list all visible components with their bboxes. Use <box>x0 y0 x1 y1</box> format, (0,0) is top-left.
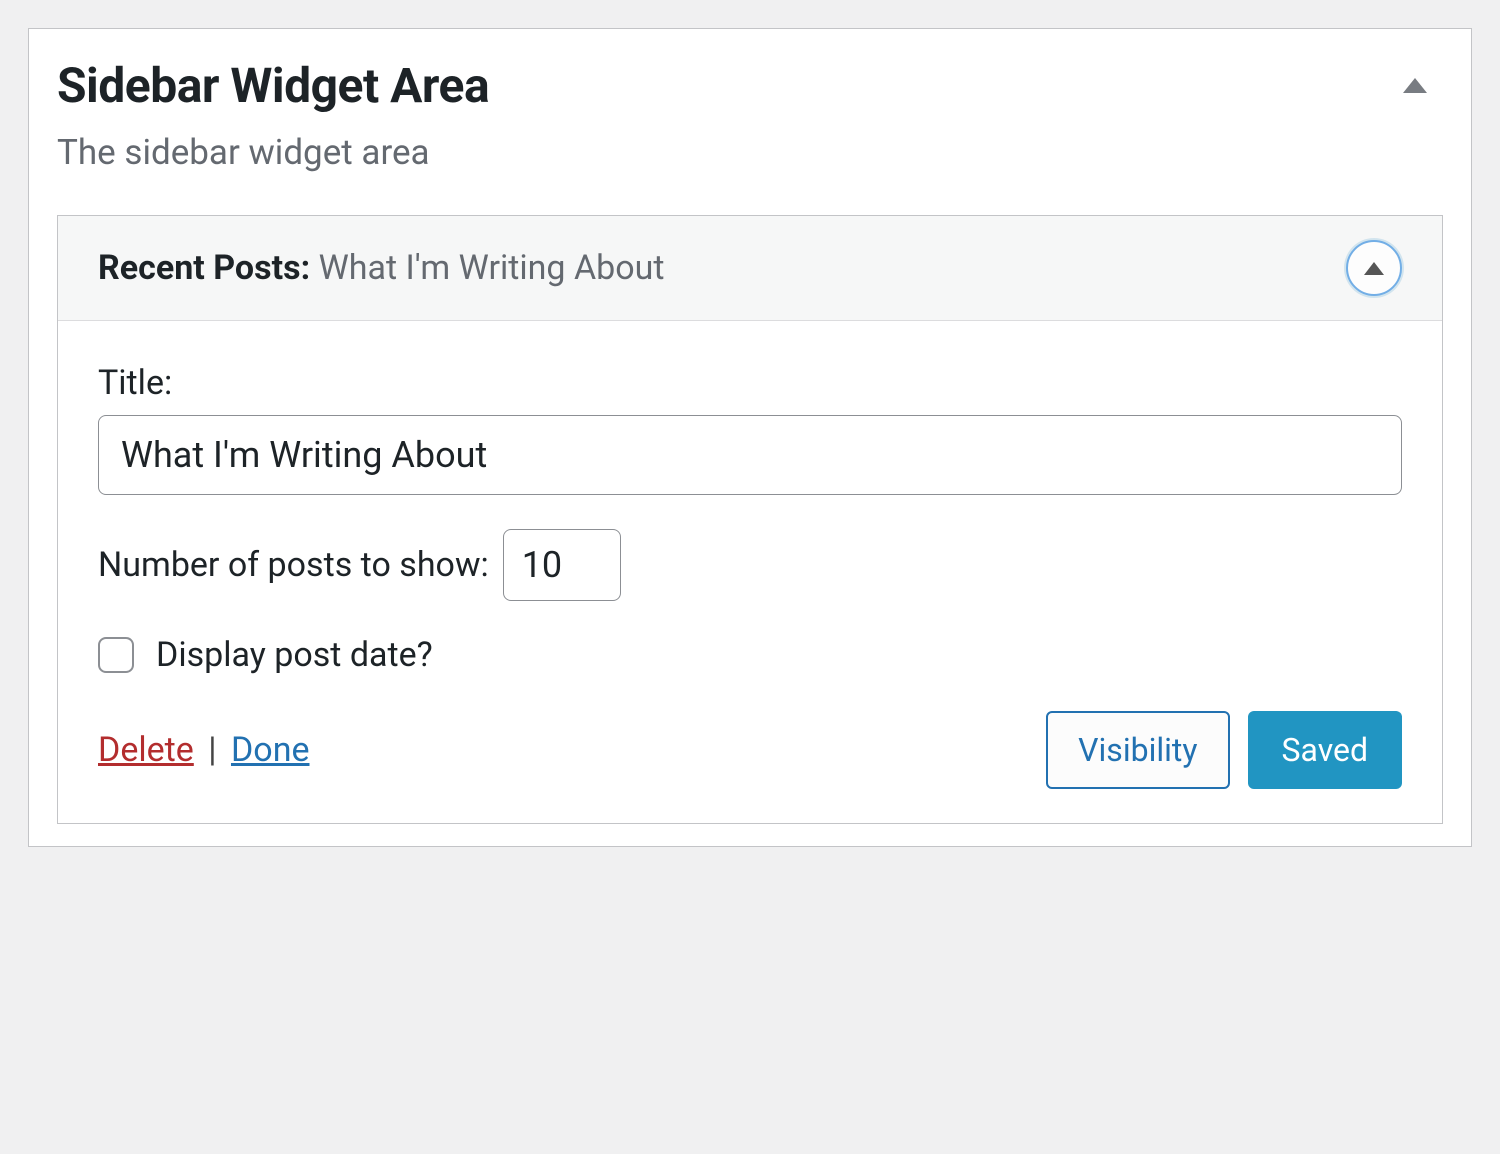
done-link[interactable]: Done <box>231 730 310 770</box>
widget-name: What I'm Writing About <box>319 248 665 288</box>
count-row: Number of posts to show: <box>98 529 1402 601</box>
sidebar-widget-panel: Sidebar Widget Area The sidebar widget a… <box>28 28 1472 847</box>
footer-buttons: Visibility Saved <box>1046 711 1402 789</box>
title-input[interactable] <box>98 415 1402 495</box>
link-separator: | <box>208 730 216 770</box>
widget-header[interactable]: Recent Posts: What I'm Writing About <box>58 216 1442 321</box>
date-row: Display post date? <box>98 635 1402 675</box>
saved-button[interactable]: Saved <box>1248 711 1402 789</box>
widget-type-label: Recent Posts <box>98 248 301 288</box>
delete-link[interactable]: Delete <box>98 730 194 770</box>
panel-collapse-toggle[interactable] <box>1393 63 1437 107</box>
widget-body: Title: Number of posts to show: Display … <box>58 321 1442 823</box>
panel-description: The sidebar widget area <box>57 132 489 173</box>
display-date-checkbox[interactable] <box>98 637 134 673</box>
panel-header: Sidebar Widget Area The sidebar widget a… <box>57 57 1443 215</box>
title-label: Title: <box>98 363 1402 403</box>
footer-links: Delete | Done <box>98 730 310 770</box>
panel-title: Sidebar Widget Area <box>57 57 489 114</box>
widget-collapse-toggle[interactable] <box>1346 240 1402 296</box>
count-label: Number of posts to show: <box>98 545 489 585</box>
display-date-label[interactable]: Display post date? <box>156 635 433 675</box>
widget-box: Recent Posts: What I'm Writing About Tit… <box>57 215 1443 824</box>
widget-separator: : <box>301 248 319 288</box>
widget-label: Recent Posts: What I'm Writing About <box>98 248 664 288</box>
triangle-up-icon <box>1364 262 1384 275</box>
title-row: Title: <box>98 363 1402 495</box>
count-input[interactable] <box>503 529 621 601</box>
widget-footer: Delete | Done Visibility Saved <box>98 711 1402 789</box>
visibility-button[interactable]: Visibility <box>1046 711 1229 789</box>
triangle-up-icon <box>1403 78 1427 93</box>
